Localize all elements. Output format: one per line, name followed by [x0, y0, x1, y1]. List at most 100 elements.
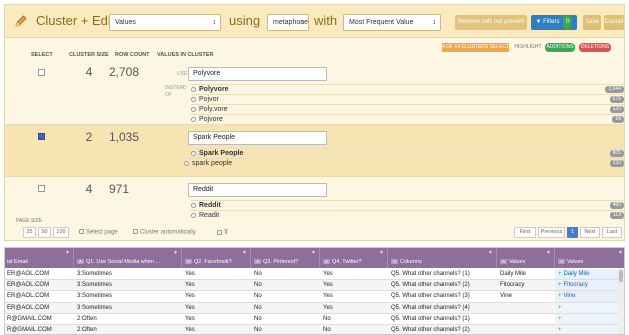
- new-value-cell[interactable]: +: [555, 313, 620, 324]
- table-cell[interactable]: Q5. What other channels? (1): [388, 269, 497, 279]
- cell-text: 3:Sometimes: [77, 282, 113, 289]
- cell-text: Yes: [185, 327, 195, 333]
- use-value-input[interactable]: Spark People: [188, 131, 327, 145]
- new-value-cell[interactable]: +: [555, 325, 620, 334]
- cluster-value-item[interactable]: Spark People 805: [191, 148, 624, 157]
- table-cell[interactable]: Yes: [182, 303, 251, 313]
- value-count-badge: 805: [609, 150, 624, 157]
- grid-column-header[interactable]: ▼ ial Email: [5, 248, 74, 268]
- table-cell[interactable]: R@GMAIL.COM: [5, 314, 74, 324]
- remove-cell-button[interactable]: Remove cell: not present: [455, 15, 527, 30]
- grid-column-header[interactable]: ▼ A Q3. Pinterest?: [251, 248, 320, 268]
- cluster-value-item[interactable]: Pojvore 69: [191, 114, 624, 123]
- table-cell[interactable]: Yes: [182, 325, 251, 334]
- table-cell[interactable]: Q5. What other channels? (1): [388, 314, 497, 324]
- filters-button[interactable]: ▼ Filters 0: [531, 15, 577, 30]
- cluster-select-checkbox[interactable]: [38, 69, 45, 76]
- current-page-button[interactable]: 1: [567, 227, 578, 238]
- table-cell[interactable]: Yes: [182, 280, 251, 290]
- table-cell[interactable]: Q5. What other channels? (4): [388, 303, 497, 313]
- table-cell[interactable]: Vine: [497, 291, 555, 301]
- table-cell[interactable]: ER@AOL.COM: [5, 280, 74, 290]
- new-value-cell[interactable]: + Daily Mile: [555, 269, 620, 280]
- table-cell[interactable]: Q5. What other channels? (2): [388, 280, 497, 290]
- table-cell[interactable]: Yes: [182, 269, 251, 279]
- table-cell[interactable]: No: [251, 325, 320, 334]
- table-cell[interactable]: 3:Sometimes: [74, 291, 182, 301]
- use-value-input[interactable]: Reddit: [188, 183, 327, 197]
- save-button[interactable]: Save: [583, 15, 601, 30]
- table-cell[interactable]: ER@AOL.COM: [5, 303, 74, 313]
- next-page-button[interactable]: Next: [580, 227, 600, 238]
- first-page-button[interactable]: First: [514, 227, 536, 238]
- cancel-button[interactable]: Cancel: [604, 15, 624, 30]
- cluster-value-item[interactable]: spark people 230: [184, 158, 624, 167]
- table-cell[interactable]: No: [251, 303, 320, 313]
- table-cell[interactable]: Yes: [182, 314, 251, 324]
- table-cell[interactable]: Yes: [182, 291, 251, 301]
- table-cell[interactable]: No: [320, 314, 388, 324]
- grid-column-header[interactable]: ▼ A Values: [497, 248, 555, 268]
- grid-column-header[interactable]: ▼ A Q4. Twitter?: [320, 248, 388, 268]
- grid-column-label: Columns: [400, 259, 422, 265]
- value-count-badge: 460: [609, 202, 624, 209]
- table-cell[interactable]: 3:Sometimes: [74, 269, 182, 279]
- method-select[interactable]: Most Frequent Value ↕: [343, 14, 441, 31]
- scrollbar-thumb[interactable]: [619, 270, 623, 282]
- table-cell[interactable]: ER@AOL.COM: [5, 291, 74, 301]
- table-cell[interactable]: Fitocracy: [497, 280, 555, 290]
- grid-column-header[interactable]: ▼ A Q1. Use Social Media when ...: [74, 248, 182, 268]
- column-select[interactable]: Values ↕: [109, 14, 221, 31]
- table-cell[interactable]: No: [251, 280, 320, 290]
- table-cell[interactable]: Q5. What other channels? (3): [388, 291, 497, 301]
- grid-column-header[interactable]: ▼ A Values: [555, 248, 624, 268]
- cluster-automatically-checkbox[interactable]: Cluster automatically: [133, 229, 196, 236]
- table-cell[interactable]: No: [251, 269, 320, 279]
- cluster-value-item[interactable]: Readit 113: [191, 210, 624, 219]
- table-cell[interactable]: No: [251, 314, 320, 324]
- plus-icon: +: [558, 304, 562, 311]
- table-cell[interactable]: ER@AOL.COM: [5, 269, 74, 279]
- last-page-button[interactable]: Last: [602, 227, 622, 238]
- table-cell[interactable]: 2:Often: [74, 314, 182, 324]
- new-value-cell[interactable]: + Fitocracy: [555, 280, 620, 291]
- use-value-input[interactable]: Polyvore: [188, 67, 327, 81]
- value-count-badge: 120: [609, 106, 624, 113]
- additions-legend: ADDITIONS: [545, 43, 575, 52]
- page-size-25-button[interactable]: 25: [23, 227, 36, 238]
- table-cell[interactable]: Yes: [320, 303, 388, 313]
- text-toggle[interactable]: 𝗧: [217, 229, 228, 236]
- new-value-cell[interactable]: + Vine: [555, 291, 620, 302]
- table-cell[interactable]: No: [320, 325, 388, 334]
- cluster-value-item[interactable]: Polyvore 2,044: [191, 84, 624, 93]
- table-cell[interactable]: Q5. What other channels? (2): [388, 325, 497, 334]
- cluster-value-item[interactable]: Pojvor 675: [191, 94, 624, 103]
- function-select[interactable]: metaphone ↕: [267, 14, 309, 31]
- cluster-select-checkbox[interactable]: [38, 185, 45, 192]
- table-cell[interactable]: 3:Sometimes: [74, 280, 182, 290]
- table-cell[interactable]: 3:Sometimes: [74, 303, 182, 313]
- cluster-value-item[interactable]: Reddit 460: [191, 200, 624, 209]
- cluster-value-item[interactable]: Poly.vore 120: [191, 104, 624, 113]
- table-cell[interactable]: 2:Often: [74, 325, 182, 334]
- select-page-checkbox[interactable]: Select page: [79, 229, 118, 236]
- table-cell[interactable]: Yes: [320, 280, 388, 290]
- plus-icon: +: [558, 282, 562, 289]
- cell-text: Yes: [323, 282, 333, 289]
- cell-text: ER@AOL.COM: [7, 293, 50, 300]
- table-cell[interactable]: R@GMAIL.COM: [5, 325, 74, 334]
- grid-column-header[interactable]: ▼ A Columns: [388, 248, 497, 268]
- cell-text: No: [254, 271, 262, 277]
- cluster-select-checkbox[interactable]: [38, 133, 45, 140]
- cell-text: No: [254, 315, 262, 322]
- page-size-50-button[interactable]: 50: [38, 227, 51, 238]
- vertical-scrollbar[interactable]: [618, 268, 624, 334]
- table-cell[interactable]: No: [251, 291, 320, 301]
- previous-page-button[interactable]: Previous: [538, 227, 565, 238]
- table-cell[interactable]: Daily Mile: [497, 269, 555, 279]
- table-cell[interactable]: Yes: [320, 291, 388, 301]
- new-value-cell[interactable]: +: [555, 302, 620, 313]
- table-cell[interactable]: Yes: [320, 269, 388, 279]
- grid-column-header[interactable]: ▼ A Q2. Facebook?: [182, 248, 251, 268]
- page-size-100-button[interactable]: 100: [53, 227, 69, 238]
